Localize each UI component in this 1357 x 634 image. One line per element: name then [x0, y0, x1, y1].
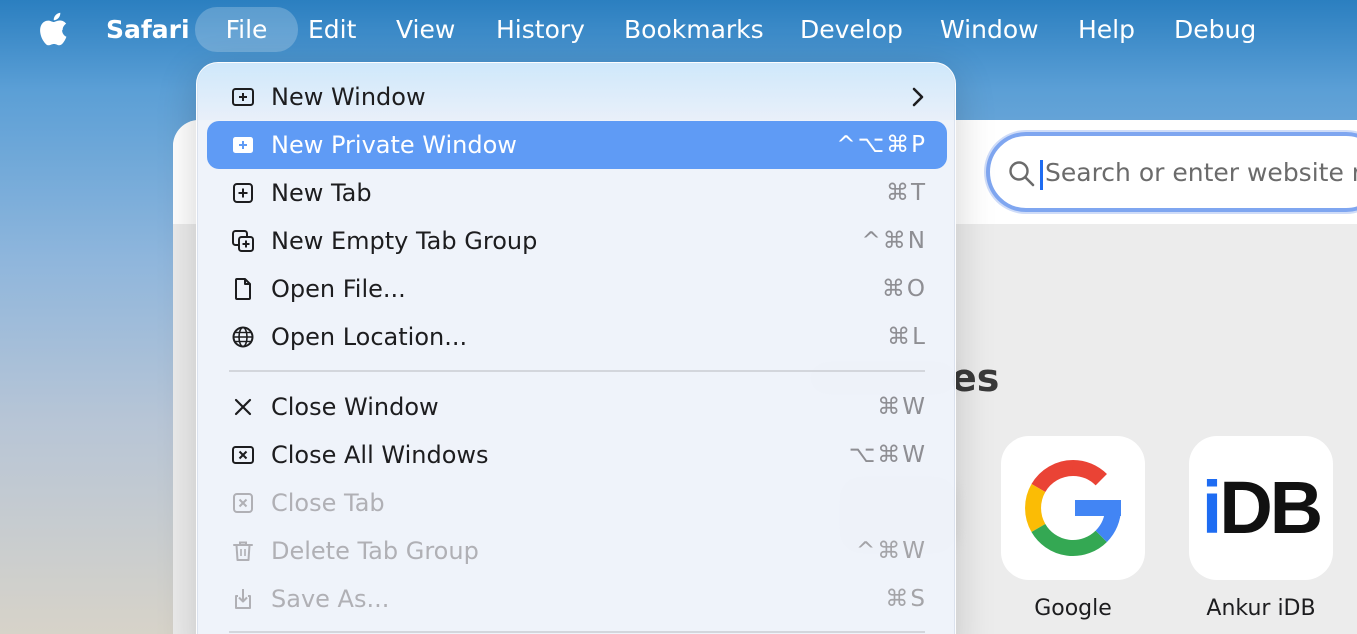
- menu-item-delete-tab-group: Delete Tab Group ^⌘W: [207, 527, 947, 575]
- menu-item-label: Close Window: [271, 393, 439, 421]
- new-private-window-icon: [233, 137, 253, 153]
- new-window-icon: [232, 88, 254, 106]
- keyboard-shortcut: ⌘L: [887, 324, 927, 350]
- menubar-history[interactable]: History: [496, 7, 585, 52]
- menu-item-label: Save As...: [271, 585, 390, 613]
- menubar-file[interactable]: File: [195, 7, 298, 52]
- menubar-app-name[interactable]: Safari: [106, 7, 190, 52]
- menu-item-open-location[interactable]: Open Location... ⌘L: [207, 313, 947, 361]
- menubar-view[interactable]: View: [396, 7, 455, 52]
- text-caret: [1040, 160, 1043, 190]
- close-all-windows-icon: [232, 446, 254, 464]
- keyboard-shortcut: ⌘O: [881, 276, 927, 302]
- keyboard-shortcut: ⌘W: [877, 394, 927, 420]
- globe-icon: [232, 326, 254, 348]
- address-placeholder[interactable]: Search or enter website name: [1045, 158, 1357, 187]
- keyboard-shortcut: ⌘T: [885, 180, 927, 206]
- menu-item-open-file[interactable]: Open File... ⌘O: [207, 265, 947, 313]
- menubar-develop[interactable]: Develop: [800, 7, 903, 52]
- menu-item-new-window[interactable]: New Window: [207, 73, 947, 121]
- file-menu: New Window New Private Window ^⌥⌘P New T…: [196, 62, 956, 634]
- chevron-right-icon: [912, 87, 924, 107]
- document-icon: [235, 278, 251, 300]
- favorite-label-google: Google: [1034, 596, 1112, 621]
- save-icon: [235, 589, 251, 609]
- favorite-tile-idb[interactable]: iDB: [1189, 436, 1333, 580]
- menu-item-close-window[interactable]: Close Window ⌘W: [207, 383, 947, 431]
- new-tab-icon: [233, 183, 253, 203]
- close-tab-icon: [233, 493, 253, 513]
- search-icon: [1009, 161, 1035, 187]
- menu-item-label: New Tab: [271, 179, 372, 207]
- menu-item-label: Close All Windows: [271, 441, 489, 469]
- menubar-window[interactable]: Window: [940, 7, 1039, 52]
- apple-logo-icon[interactable]: [38, 12, 68, 46]
- favorite-label-idb: Ankur iDB: [1206, 596, 1316, 621]
- menu-item-new-empty-tab-group[interactable]: New Empty Tab Group ^⌘N: [207, 217, 947, 265]
- new-tab-group-icon: [232, 230, 254, 252]
- menu-item-label: New Window: [271, 83, 426, 111]
- menu-item-new-private-window[interactable]: New Private Window ^⌥⌘P: [207, 121, 947, 169]
- menu-separator: [229, 631, 925, 633]
- keyboard-shortcut: ^⌘N: [861, 228, 927, 254]
- menu-item-label: New Empty Tab Group: [271, 227, 538, 255]
- menu-item-label: Open Location...: [271, 323, 468, 351]
- address-bar[interactable]: Search or enter website name: [986, 132, 1357, 212]
- keyboard-shortcut: ^⌥⌘P: [836, 132, 927, 158]
- menu-bar: Safari File Edit View History Bookmarks …: [0, 0, 1357, 58]
- menubar-debug[interactable]: Debug: [1174, 7, 1256, 52]
- menu-item-close-tab: Close Tab: [207, 479, 947, 527]
- menu-item-label: Open File...: [271, 275, 406, 303]
- trash-icon: [233, 541, 253, 561]
- menubar-bookmarks[interactable]: Bookmarks: [624, 7, 764, 52]
- menu-item-close-all-windows[interactable]: Close All Windows ⌥⌘W: [207, 431, 947, 479]
- menu-item-label: Close Tab: [271, 489, 385, 517]
- favorite-tile-google[interactable]: [1001, 436, 1145, 580]
- menu-item-label: New Private Window: [271, 131, 517, 159]
- idb-logo: iDB: [1201, 466, 1323, 549]
- keyboard-shortcut: ⌘S: [885, 586, 927, 612]
- favorites-heading: es: [951, 356, 1000, 400]
- menu-item-new-tab[interactable]: New Tab ⌘T: [207, 169, 947, 217]
- menubar-help[interactable]: Help: [1078, 7, 1135, 52]
- google-logo-icon: [1025, 459, 1122, 556]
- menubar-edit[interactable]: Edit: [308, 7, 356, 52]
- keyboard-shortcut: ^⌘W: [855, 538, 927, 564]
- menu-item-label: Delete Tab Group: [271, 537, 479, 565]
- keyboard-shortcut: ⌥⌘W: [848, 442, 927, 468]
- menu-separator: [229, 370, 925, 372]
- close-icon: [234, 398, 252, 416]
- menu-item-save-as: Save As... ⌘S: [207, 575, 947, 623]
